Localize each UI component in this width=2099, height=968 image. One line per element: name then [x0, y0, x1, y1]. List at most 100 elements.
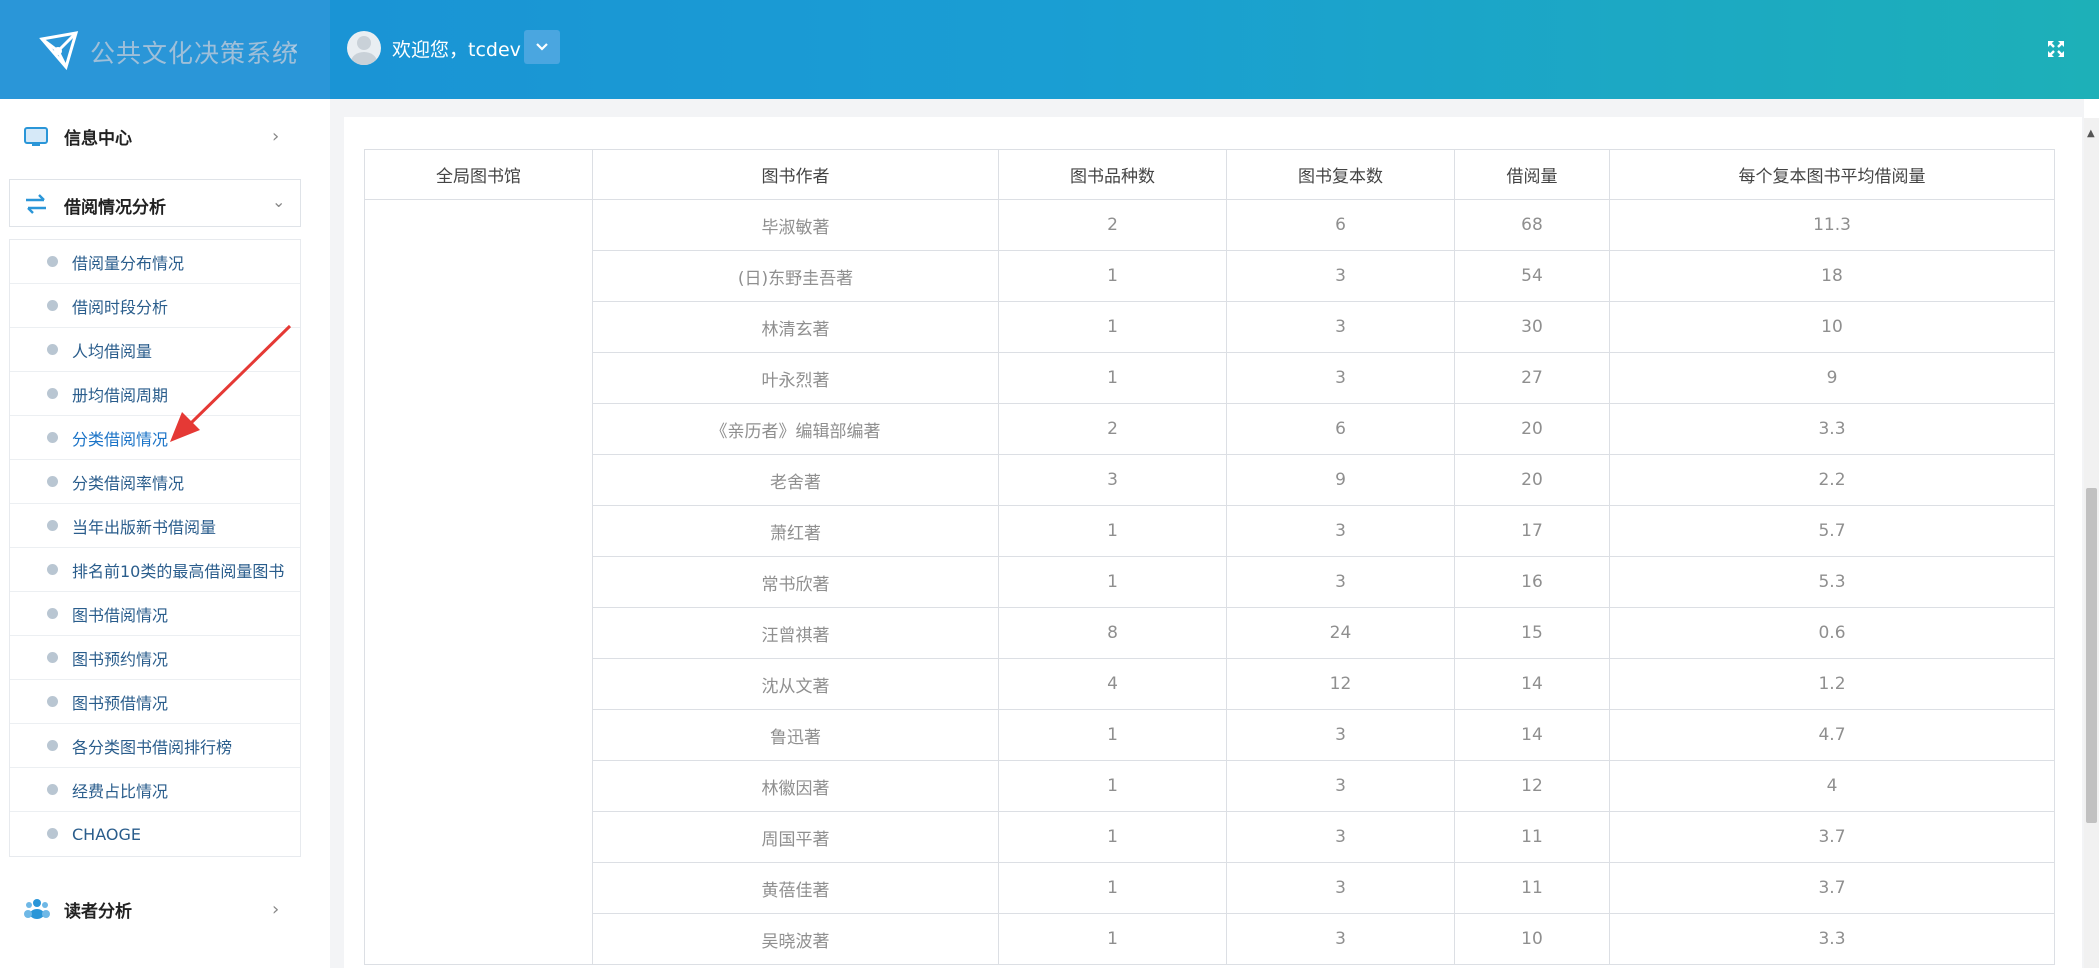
submenu-item[interactable]: 当年出版新书借阅量 — [10, 504, 300, 548]
table-cell: 1 — [998, 250, 1227, 302]
submenu-item[interactable]: 排名前10类的最高借阅量图书 — [10, 548, 300, 592]
submenu-item-active[interactable]: 分类借阅情况 — [10, 416, 300, 460]
table-cell: 3.7 — [1609, 862, 2055, 914]
table-cell: 1 — [998, 913, 1227, 965]
submenu-item[interactable]: 借阅时段分析 — [10, 284, 300, 328]
menu-label: 读者分析 — [64, 901, 132, 922]
bullet-icon — [47, 696, 58, 707]
table-cell: 5.7 — [1609, 505, 2055, 557]
table-cell: 林徽因著 — [592, 760, 999, 812]
table-cell: 3 — [1226, 811, 1455, 863]
bullet-icon — [47, 520, 58, 531]
menu-label: 借阅情况分析 — [64, 198, 166, 218]
chevron-down-icon: ⌄ — [272, 192, 286, 211]
table-row: 常书欣著 1 3 16 5.3 — [365, 556, 2055, 608]
submenu-item[interactable]: 分类借阅率情况 — [10, 460, 300, 504]
sidebar: 信息中心 › 借阅情况分析 ⌄ 借阅量分布情况 借阅时段分析 人均借阅量 册均借… — [0, 99, 330, 968]
table-cell: 11 — [1454, 862, 1610, 914]
column-header: 图书品种数 — [998, 149, 1227, 200]
table-cell: 常书欣著 — [592, 556, 999, 608]
bullet-icon — [47, 344, 58, 355]
table-row: 毕淑敏著 2 6 68 11.3 — [364, 199, 2055, 965]
chevron-right-icon: › — [272, 125, 280, 147]
submenu-item[interactable]: 册均借阅周期 — [10, 372, 300, 416]
table-cell: 17 — [1454, 505, 1610, 557]
table-cell: 3 — [1226, 301, 1455, 353]
table-cell: 3 — [1226, 760, 1455, 812]
swap-arrows-icon — [26, 194, 46, 214]
submenu-item[interactable]: CHAOGE — [10, 812, 300, 856]
submenu-item[interactable]: 经费占比情况 — [10, 768, 300, 812]
table-cell: 3 — [1226, 862, 1455, 914]
table-cell: 27 — [1454, 352, 1610, 404]
user-dropdown-button[interactable] — [524, 30, 560, 64]
table-cell: 16 — [1454, 556, 1610, 608]
bullet-icon — [47, 784, 58, 795]
table-row: 林清玄著 1 3 30 10 — [365, 301, 2055, 353]
table-cell: 6 — [1226, 199, 1455, 251]
welcome-text: 欢迎您，tcdev — [392, 39, 521, 61]
borrow-analysis-submenu: 借阅量分布情况 借阅时段分析 人均借阅量 册均借阅周期 分类借阅情况 分类借阅率… — [9, 239, 301, 857]
table-cell: 10 — [1609, 301, 2055, 353]
table-body: 毕淑敏著 2 6 68 11.3 (日)东野圭吾著 1 3 54 18 林清玄著 1 3 30 10 叶永烈著… — [364, 199, 2055, 965]
submenu-item[interactable]: 人均借阅量 — [10, 328, 300, 372]
vertical-scrollbar[interactable]: ▲ — [2084, 118, 2099, 968]
table-cell: 11 — [1454, 811, 1610, 863]
table-cell: 林清玄著 — [592, 301, 999, 353]
table-cell: 18 — [1609, 250, 2055, 302]
table-cell: 3 — [1226, 556, 1455, 608]
table-cell: 吴晓波著 — [592, 913, 999, 965]
table-header-row: 全局图书馆 图书作者 图书品种数 图书复本数 借阅量 每个复本图书平均借阅量 — [364, 149, 2055, 200]
table-cell: 2 — [998, 403, 1227, 455]
table-row: 周国平著 1 3 11 3.7 — [365, 811, 2055, 863]
table-cell: 3 — [1226, 709, 1455, 761]
table-cell: 4 — [998, 658, 1227, 710]
table-cell: 3.3 — [1609, 913, 2055, 965]
submenu-item[interactable]: 图书预约情况 — [10, 636, 300, 680]
scrollbar-thumb[interactable] — [2086, 488, 2097, 823]
table-cell: 3 — [1226, 352, 1455, 404]
table-cell: 9 — [1609, 352, 2055, 404]
table-cell: 3.7 — [1609, 811, 2055, 863]
table-cell: 老舍著 — [592, 454, 999, 506]
collapse-sidebar-button[interactable]: ‹ — [290, 36, 299, 61]
main-content: 全局图书馆 图书作者 图书品种数 图书复本数 借阅量 每个复本图书平均借阅量 毕… — [330, 99, 2084, 968]
table-cell: 3.3 — [1609, 403, 2055, 455]
fullscreen-button[interactable] — [2039, 32, 2073, 66]
column-header: 图书作者 — [592, 149, 999, 200]
column-header: 全局图书馆 — [364, 149, 593, 200]
table-cell: 68 — [1454, 199, 1610, 251]
menu-reader-analysis[interactable]: 读者分析 › — [0, 879, 300, 939]
table-cell: 鲁迅著 — [592, 709, 999, 761]
user-avatar[interactable] — [347, 31, 381, 65]
column-header: 每个复本图书平均借阅量 — [1609, 149, 2055, 200]
users-icon — [24, 899, 50, 919]
table-cell: 3 — [1226, 250, 1455, 302]
submenu-item[interactable]: 各分类图书借阅排行榜 — [10, 724, 300, 768]
table-row: 老舍著 3 9 20 2.2 — [365, 454, 2055, 506]
scroll-up-icon[interactable]: ▲ — [2087, 128, 2095, 139]
table-cell: 毕淑敏著 — [592, 199, 999, 251]
logo-icon — [39, 31, 79, 71]
borrow-stats-table: 全局图书馆 图书作者 图书品种数 图书复本数 借阅量 每个复本图书平均借阅量 毕… — [364, 149, 2055, 965]
monitor-icon — [24, 127, 48, 146]
table-cell: 1 — [998, 709, 1227, 761]
menu-borrow-analysis[interactable]: 借阅情况分析 ⌄ — [9, 179, 301, 227]
column-header: 图书复本数 — [1226, 149, 1455, 200]
submenu-item[interactable]: 图书预借情况 — [10, 680, 300, 724]
menu-label: 信息中心 — [64, 128, 132, 149]
submenu-item[interactable]: 图书借阅情况 — [10, 592, 300, 636]
table-cell: 3 — [998, 454, 1227, 506]
table-cell: 12 — [1454, 760, 1610, 812]
menu-info-center[interactable]: 信息中心 › — [0, 106, 300, 166]
brand-title: 公共文化决策系统 — [90, 39, 299, 68]
bullet-icon — [47, 828, 58, 839]
table-cell: 6 — [1226, 403, 1455, 455]
expand-icon — [2048, 41, 2064, 57]
table-cell: 1.2 — [1609, 658, 2055, 710]
submenu-item[interactable]: 借阅量分布情况 — [10, 240, 300, 284]
table-cell: 叶永烈著 — [592, 352, 999, 404]
table-cell: 1 — [998, 352, 1227, 404]
table-cell: 24 — [1226, 607, 1455, 659]
table-row: 叶永烈著 1 3 27 9 — [365, 352, 2055, 404]
